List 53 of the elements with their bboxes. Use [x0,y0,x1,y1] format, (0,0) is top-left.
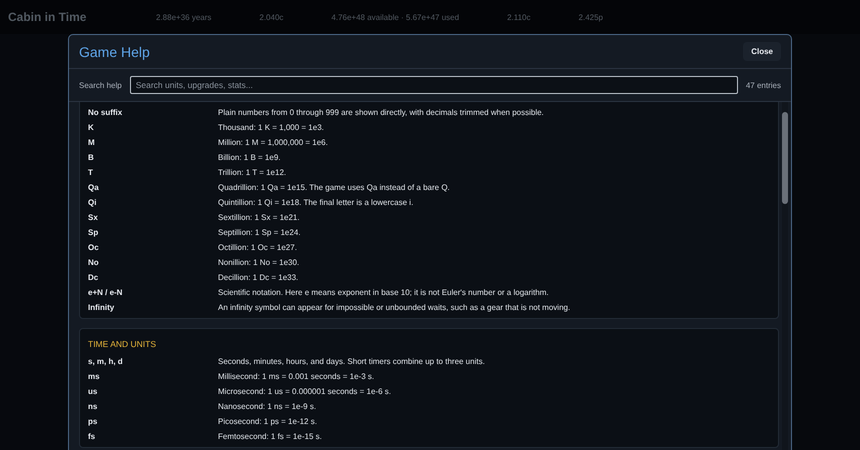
help-description: Scientific notation. Here e means exponent in base 10; it is not Euler's number or a logarithm. [218,288,549,297]
help-term: Sx [88,213,99,222]
scrollbar[interactable] [782,102,788,450]
help-description: Billion: 1 B = 1e9. [218,153,280,162]
help-description: Quintillion: 1 Qi = 1e18. The final letter is a lowercase i. [218,198,414,207]
help-term: us [88,387,98,396]
help-description: Octillion: 1 Oc = 1e27. [218,243,297,252]
section-heading: TIME AND UNITS [88,339,158,349]
entry-count: 47 entries [746,80,781,90]
stat-value: 2.425p [578,12,603,22]
help-term: T [88,168,94,177]
help-description: Picosecond: 1 ps = 1e-12 s. [218,417,317,426]
help-term: e+N / e-N [88,288,124,297]
stat-value: 4.76e+48 available · 5.67e+47 used [331,12,460,22]
help-term: Qa [88,183,100,192]
dialog-title: Game Help [79,44,150,60]
help-description: Microsecond: 1 us = 0.000001 seconds = 1e-6 s. [218,387,391,396]
help-description: Seconds, minutes, hours, and days. Short timers combine up to three units. [218,357,485,366]
help-description: Million: 1 M = 1,000,000 = 1e6. [218,138,328,147]
help-description: Trillion: 1 T = 1e12. [218,168,286,177]
help-description: Thousand: 1 K = 1,000 = 1e3. [218,123,324,132]
help-term: M [88,138,96,147]
stat-value: 2.040c [259,12,284,22]
help-description: An infinity symbol can appear for impossible or unbounded waits, such as a gear that is not moving. [218,303,570,312]
stat-value: 2.110c [507,12,531,22]
help-term: B [88,153,95,162]
help-term: Oc [88,243,100,252]
help-term: K [88,123,95,132]
help-term: ps [88,417,98,426]
help-description: Nanosecond: 1 ns = 1e-9 s. [218,402,316,411]
help-description: Sextillion: 1 Sx = 1e21. [218,213,300,222]
help-term: ms [88,372,101,381]
help-term: No suffix [88,108,124,117]
help-term: No [88,258,100,267]
help-description: Femtosecond: 1 fs = 1e-15 s. [218,432,322,441]
help-term: Dc [88,273,100,282]
app-title: Cabin in Time [8,10,88,24]
help-term: ns [88,402,98,411]
help-term: s, m, h, d [88,357,124,366]
help-term: Qi [88,198,98,207]
stat-value: 2.88e+36 years [156,12,212,22]
help-term: fs [88,432,96,441]
close-button[interactable]: Close [743,42,781,61]
help-term: Sp [88,228,100,237]
help-description: Nonillion: 1 No = 1e30. [218,258,300,267]
search-label: Search help [79,80,122,90]
help-description: Millisecond: 1 ms = 0.001 seconds = 1e-3 s. [218,372,374,381]
help-description: Plain numbers from 0 through 999 are shown directly, with decimals trimmed when possible. [218,108,544,117]
help-term: Infinity [88,303,116,312]
help-description: Septillion: 1 Sp = 1e24. [218,228,301,237]
help-description: Decillion: 1 Dc = 1e33. [218,273,298,282]
search-field[interactable]: Search units, upgrades, stats... [130,76,738,94]
help-description: Quadrillion: 1 Qa = 1e15. The game uses Qa instead of a bare Q. [218,183,450,192]
